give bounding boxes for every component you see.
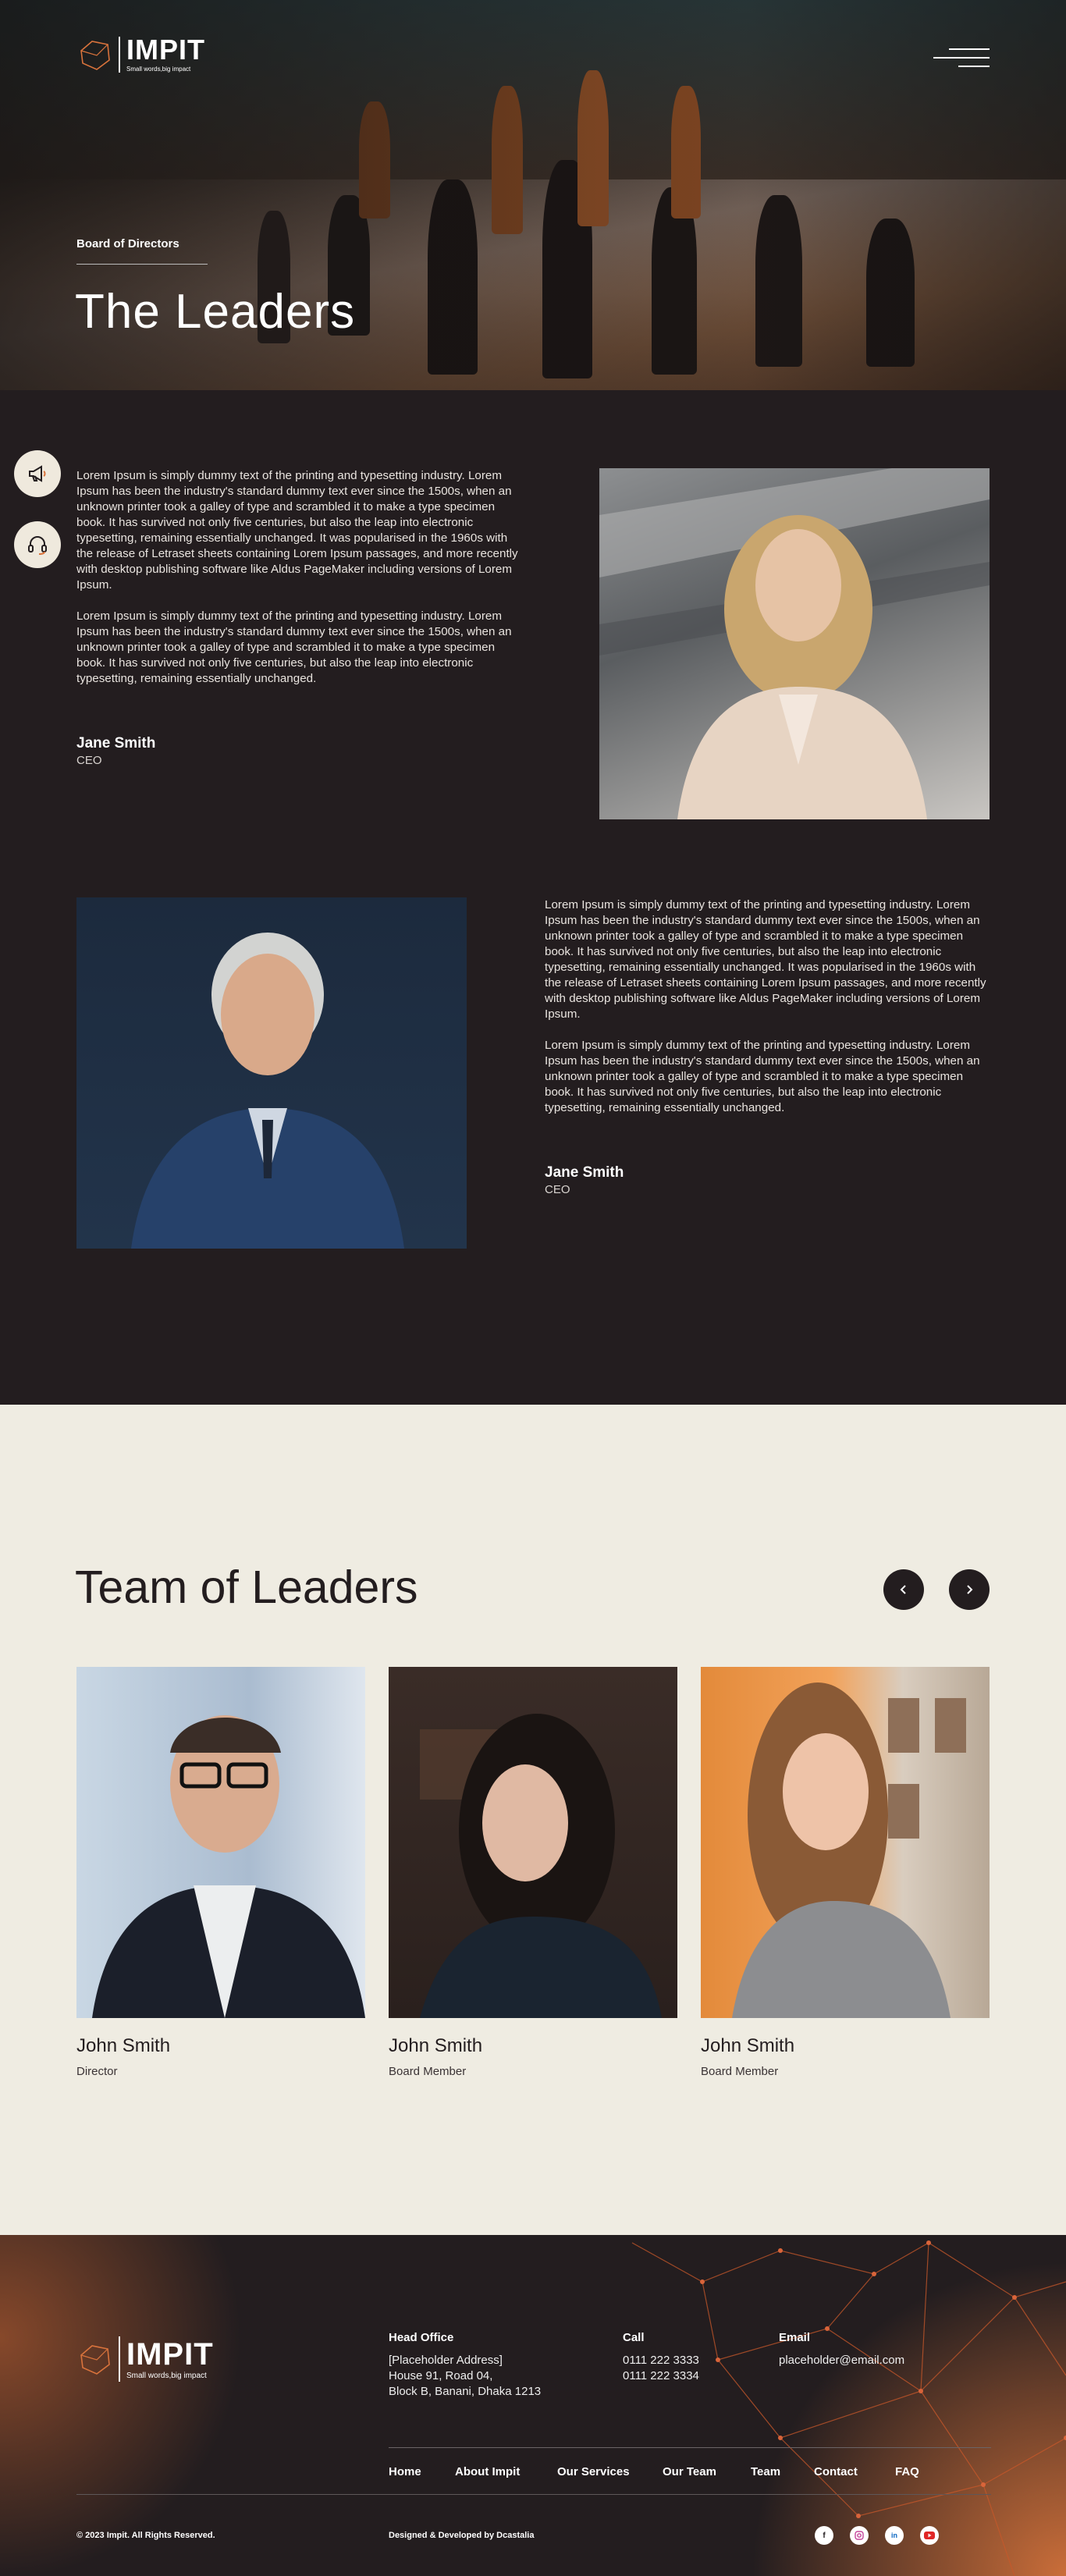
brand-name: IMPIT xyxy=(126,34,205,66)
youtube-icon[interactable] xyxy=(920,2526,939,2545)
footer-bottom-divider xyxy=(76,2494,991,2495)
footer-nav-team[interactable]: Team xyxy=(751,2465,780,2478)
network-pattern xyxy=(631,2240,1066,2576)
team-member-role: Board Member xyxy=(701,2065,779,2078)
footer-nav-about[interactable]: About Impit xyxy=(455,2465,520,2478)
phone-link[interactable]: 0111 222 3334 xyxy=(623,2368,699,2384)
announcement-button[interactable] xyxy=(14,450,61,497)
footer-nav-our-team[interactable]: Our Team xyxy=(663,2465,716,2478)
team-member-role: Director xyxy=(76,2065,118,2078)
email-link[interactable]: placeholder@email.com xyxy=(779,2353,904,2368)
hamburger-line xyxy=(958,66,990,67)
leader-bio-paragraph: Lorem Ipsum is simply dummy text of the … xyxy=(545,1039,980,1114)
leader-role: CEO xyxy=(76,754,102,767)
footer-nav-home[interactable]: Home xyxy=(389,2465,421,2478)
team-member-photo[interactable] xyxy=(701,1667,990,2018)
support-button[interactable] xyxy=(14,521,61,568)
headset-icon xyxy=(28,536,47,555)
leader-photo xyxy=(599,468,990,819)
brand-logo[interactable]: IMPIT Small words,big impact xyxy=(76,36,205,73)
head-office-address: [Placeholder Address] House 91, Road 04,… xyxy=(389,2353,541,2400)
menu-toggle-button[interactable] xyxy=(933,47,990,69)
page-title: The Leaders xyxy=(75,285,356,339)
team-member-photo[interactable] xyxy=(389,1667,677,2018)
chevron-left-icon xyxy=(900,1585,906,1594)
address-line: Block B, Banani, Dhaka 1213 xyxy=(389,2385,542,2398)
carousel-prev-button[interactable] xyxy=(883,1569,924,1610)
call-label: Call xyxy=(623,2331,645,2344)
leader-name: Jane Smith xyxy=(76,735,156,751)
footer-nav-services[interactable]: Our Services xyxy=(557,2465,630,2478)
copyright-text: © 2023 Impit. All Rights Reserved. xyxy=(76,2531,215,2540)
team-member-name: John Smith xyxy=(76,2035,171,2056)
logo-mark-icon xyxy=(80,40,110,70)
team-member-role: Board Member xyxy=(389,2065,467,2078)
instagram-icon[interactable] xyxy=(850,2526,869,2545)
leader-bio-paragraph: Lorem Ipsum is simply dummy text of the … xyxy=(545,898,986,1021)
brand-tagline: Small words,big impact xyxy=(126,2371,207,2380)
brand-tagline: Small words,big impact xyxy=(126,66,191,73)
credit-text[interactable]: Designed & Developed by Dcastalia xyxy=(389,2531,534,2540)
footer-nav-contact[interactable]: Contact xyxy=(814,2465,858,2478)
leader-bio-paragraph: Lorem Ipsum is simply dummy text of the … xyxy=(76,609,512,685)
leader-role: CEO xyxy=(545,1183,570,1196)
address-line: House 91, Road 04, xyxy=(389,2369,493,2382)
head-office-label: Head Office xyxy=(389,2331,454,2344)
hamburger-line xyxy=(949,48,990,50)
hero-eyebrow: Board of Directors xyxy=(76,237,179,250)
footer-divider xyxy=(389,2447,991,2448)
team-title: Team of Leaders xyxy=(75,1562,418,1613)
hamburger-line xyxy=(933,57,990,59)
call-numbers: 0111 222 3333 0111 222 3334 xyxy=(623,2353,699,2384)
linkedin-icon[interactable]: in xyxy=(885,2526,904,2545)
hero-divider xyxy=(76,264,208,265)
leader-name: Jane Smith xyxy=(545,1164,624,1181)
team-member-name: John Smith xyxy=(389,2035,483,2056)
logo-mark-icon xyxy=(80,2345,110,2375)
team-member-photo[interactable] xyxy=(76,1667,365,2018)
leader-photo xyxy=(76,897,467,1249)
site-footer xyxy=(0,2235,1066,2576)
hero-banner: IMPIT Small words,big impact Board of Di… xyxy=(0,0,1066,390)
team-member-name: John Smith xyxy=(701,2035,795,2056)
megaphone-icon xyxy=(29,465,46,482)
footer-nav-faq[interactable]: FAQ xyxy=(895,2465,919,2478)
facebook-icon[interactable]: f xyxy=(815,2526,833,2545)
chevron-right-icon xyxy=(967,1585,973,1594)
phone-link[interactable]: 0111 222 3333 xyxy=(623,2353,699,2368)
address-line: [Placeholder Address] xyxy=(389,2354,503,2367)
carousel-next-button[interactable] xyxy=(949,1569,990,1610)
email-label: Email xyxy=(779,2331,811,2344)
brand-name: IMPIT xyxy=(126,2336,214,2372)
leader-bio-paragraph: Lorem Ipsum is simply dummy text of the … xyxy=(76,469,518,592)
footer-brand-logo[interactable]: IMPIT Small words,big impact xyxy=(76,2336,214,2382)
